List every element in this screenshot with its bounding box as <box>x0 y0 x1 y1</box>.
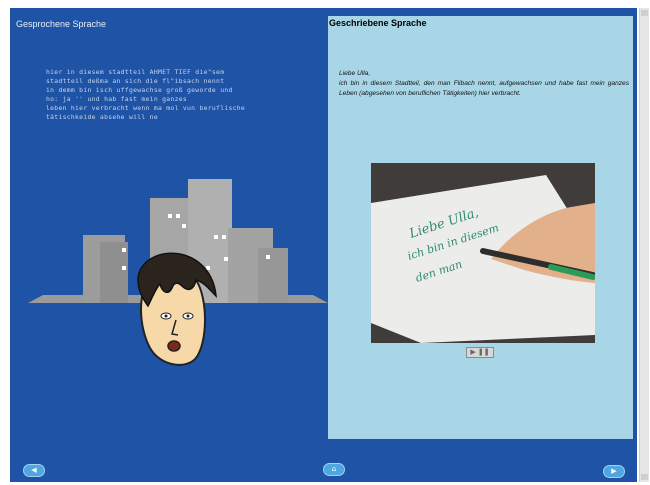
scrollbar[interactable] <box>639 8 649 482</box>
written-language-title: Geschriebene Sprache <box>329 18 427 28</box>
city-speaker-illustration <box>28 179 328 366</box>
written-text: Liebe Ulla, ich bin in diesem Stadtteil,… <box>339 69 629 99</box>
written-language-panel: Geschriebene Sprache Liebe Ulla, ich bin… <box>328 16 633 439</box>
video-frame: Liebe Ulla, ich bin in diesem den man <box>371 163 595 343</box>
spoken-language-title: Gesprochene Sprache <box>16 19 107 29</box>
handwriting-video[interactable]: Liebe Ulla, ich bin in diesem den man <box>371 163 595 343</box>
building <box>258 248 288 303</box>
app-window: Gesprochene Sprache hier in diesem stadt… <box>10 8 637 482</box>
home-button[interactable]: ⌂ <box>323 463 345 476</box>
forward-button[interactable]: ▶ <box>603 465 625 478</box>
speaker-head <box>137 252 217 366</box>
spoken-transcript: hier in diesem stadtteil AHMET TIEF die"… <box>46 68 246 121</box>
letter-body: ich bin in diesem Stadtteil, den man Fli… <box>339 80 629 97</box>
back-button[interactable]: ◀ <box>23 464 45 477</box>
scroll-up-icon[interactable] <box>641 10 648 16</box>
scroll-down-icon[interactable] <box>641 474 648 480</box>
letter-greeting: Liebe Ulla, <box>339 70 371 77</box>
play-pause-button[interactable]: ▶ ❚❚ <box>466 347 494 358</box>
